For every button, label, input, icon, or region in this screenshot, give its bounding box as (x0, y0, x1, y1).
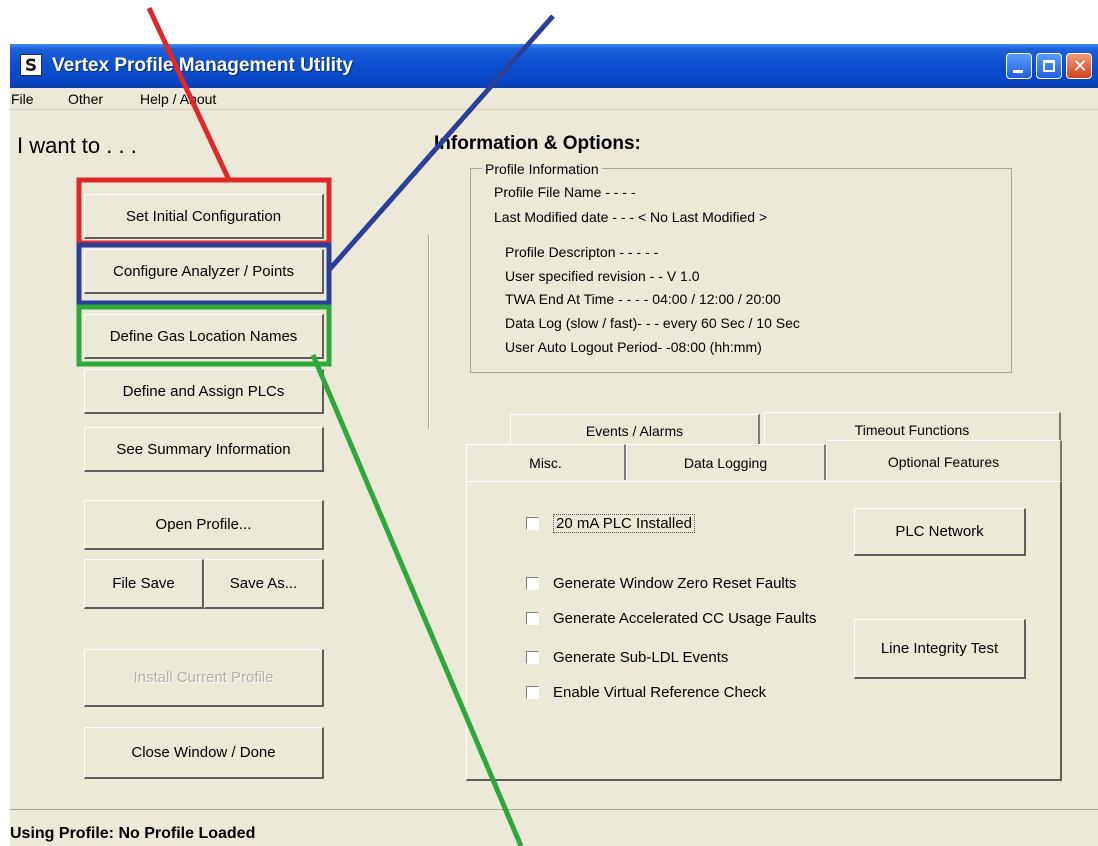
red-highlight-box (76, 177, 332, 246)
annotation-overlay (76, 6, 555, 846)
green-highlight-box (76, 304, 332, 367)
red-pointer-line (146, 6, 232, 182)
green-pointer-line (310, 354, 524, 846)
blue-highlight-box (76, 242, 332, 306)
blue-pointer-line (327, 14, 555, 272)
